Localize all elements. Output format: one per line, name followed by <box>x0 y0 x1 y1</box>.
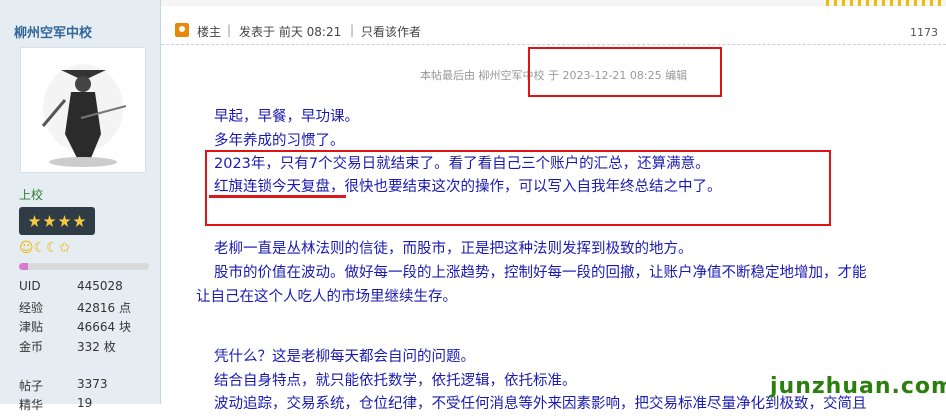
annotation-box-edit <box>528 47 722 97</box>
separator: | <box>350 23 355 37</box>
post-line: 波动追踪，交易系统，仓位纪律，不受任何消息等外来因素影响，把交易标准尽量净化到极… <box>214 396 867 412</box>
author-floor-icon <box>175 23 189 37</box>
site-watermark: junzhuan.com <box>770 374 946 399</box>
stat-row: 金币 332 枚 <box>19 338 157 358</box>
stat-value: 332 枚 <box>77 339 116 354</box>
post-line: 2023年，只有7个交易日就结束了。看了看自己三个账户的汇总，还算满意。 <box>214 156 710 172</box>
post-line: 老柳一直是丛林法则的信徒，而股市，正是把这种法则发挥到极致的地方。 <box>214 241 693 257</box>
post-line: 多年养成的习惯了。 <box>214 133 345 149</box>
post-line: 让自己在这个人吃人的市场里继续生存。 <box>196 289 457 305</box>
stat-key <box>19 357 77 377</box>
stat-row <box>19 357 157 377</box>
star-icon <box>73 215 86 227</box>
post-line: 结合自身特点，就只能依托数学，依托逻辑，依托标准。 <box>214 373 577 389</box>
stat-value[interactable]: 3373 <box>77 377 157 397</box>
post-line: 早起，早餐，早功课。 <box>214 109 359 125</box>
stat-value: 42816 点 <box>77 300 131 315</box>
star-icon <box>58 215 71 227</box>
view-count: 1173 <box>910 26 938 39</box>
stat-key: 金币 <box>19 339 44 354</box>
user-stats: UID 445028 经验 42816 点 津贴 46664 块 金币 332 枚 帖子… <box>19 279 157 416</box>
post-line: 红旗连锁今天复盘，很快也要结束这次的操作，可以写入自我年终总结之中了。 <box>214 179 722 195</box>
star-icon <box>43 215 56 227</box>
level-progress <box>19 263 149 270</box>
user-rank: 上校 <box>19 188 44 202</box>
author-name-link[interactable]: 柳州空军中校 <box>14 22 92 41</box>
rank-badge <box>19 207 95 235</box>
stat-row: 帖子 3373 <box>19 377 157 397</box>
post-time: 发表于 前天 08:21 <box>239 25 342 39</box>
star-icon <box>28 215 41 227</box>
author-sidebar: 柳州空军中校 上校 ☺☾☾✩ UID 445028 经验 42816 点 津贴 466… <box>0 0 161 412</box>
stat-row: 津贴 46664 块 <box>19 318 157 338</box>
stat-row: 精华 19 <box>19 396 157 416</box>
decorative-dots <box>826 0 946 6</box>
stat-key: UID <box>19 279 41 293</box>
stat-row: UID 445028 <box>19 279 157 299</box>
separator: | <box>227 23 232 37</box>
level-progress-fill <box>19 263 29 270</box>
author-avatar[interactable] <box>20 47 146 173</box>
post-line: 凭什么？这是老柳每天都会自问的问题。 <box>214 349 475 365</box>
stat-key: 津贴 <box>19 320 44 334</box>
level-medals-icon: ☺☾☾✩ <box>19 240 71 256</box>
post-header: 楼主 | 发表于 前天 08:21 | 只看该作者 1173 <box>161 14 946 45</box>
stat-value[interactable]: 19 <box>77 396 157 416</box>
stat-key: 精华 <box>19 398 44 412</box>
stat-row: 经验 42816 点 <box>19 299 157 319</box>
floor-label: 楼主 <box>197 25 222 39</box>
samurai-avatar-icon <box>41 64 127 167</box>
stat-value: 46664 块 <box>77 320 131 334</box>
post-line: 股市的价值在波动。做好每一段的上涨趋势，控制好每一段的回撤，让账户净值不断稳定地… <box>214 265 867 281</box>
only-author-link[interactable]: 只看该作者 <box>361 23 421 40</box>
stat-value[interactable]: 445028 <box>77 279 157 299</box>
stat-key: 经验 <box>19 300 44 315</box>
stat-key: 帖子 <box>19 378 44 393</box>
stat-value <box>77 357 157 377</box>
